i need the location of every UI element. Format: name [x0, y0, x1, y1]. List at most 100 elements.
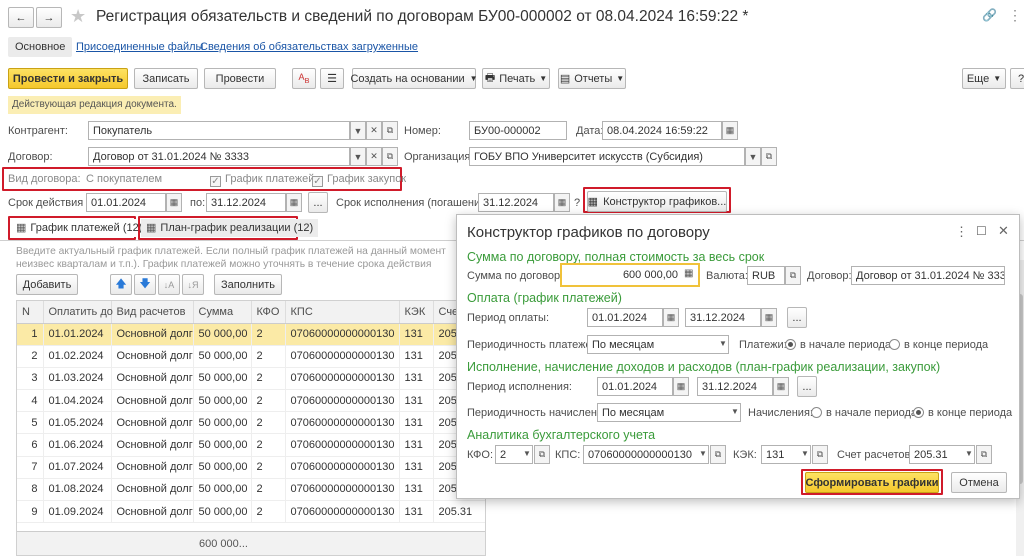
table-cell[interactable]: 131: [399, 433, 434, 457]
table-cell[interactable]: 01.05.2024: [43, 411, 112, 435]
table-cell[interactable]: 2: [17, 345, 44, 368]
table-cell[interactable]: 50 000,00: [193, 478, 252, 502]
period-from-field[interactable]: 01.01.2024: [86, 193, 166, 212]
table-cell[interactable]: 07060000000000130: [285, 323, 400, 346]
table-cell[interactable]: 5: [17, 411, 44, 435]
journal-button[interactable]: ☰: [320, 68, 344, 89]
table-cell[interactable]: 131: [399, 345, 434, 368]
table-cell[interactable]: 3: [17, 367, 44, 391]
check-payments[interactable]: ✓ График платежей: [210, 173, 314, 187]
table-cell[interactable]: 2: [251, 478, 286, 502]
save-button[interactable]: Записать: [134, 68, 198, 89]
table-cell[interactable]: 01.04.2024: [43, 389, 112, 413]
table-row[interactable]: 4 01.04.2024 Основной долг 50 000,00 2 070600…: [17, 389, 485, 413]
table-row[interactable]: 5 01.05.2024 Основной долг 50 000,00 2 070600…: [17, 411, 485, 435]
column-header[interactable]: КФО: [251, 301, 286, 324]
forward-button[interactable]: →: [36, 7, 62, 28]
period-from-picker[interactable]: ▦: [166, 193, 182, 212]
table-cell[interactable]: 131: [399, 456, 434, 479]
table-cell[interactable]: 131: [399, 389, 434, 413]
generate-schedules-button[interactable]: Сформировать графики: [805, 472, 939, 493]
chevron-down-icon[interactable]: ▼: [523, 449, 531, 458]
pay-to-picker[interactable]: ▦: [761, 308, 777, 327]
table-cell[interactable]: 07060000000000130: [285, 433, 400, 457]
sort-asc-button[interactable]: ↓A: [158, 274, 180, 295]
table-cell[interactable]: 9: [17, 500, 44, 524]
table-cell[interactable]: 2: [251, 456, 286, 479]
kps-field[interactable]: 07060000000000130: [583, 445, 709, 464]
post-button[interactable]: Провести: [204, 68, 276, 89]
contractor-open[interactable]: ⧉: [382, 121, 398, 140]
date-field[interactable]: 08.04.2024 16:59:22: [602, 121, 722, 140]
exec-from-picker[interactable]: ▦: [673, 377, 689, 396]
table-row[interactable]: 3 01.03.2024 Основной долг 50 000,00 2 070600…: [17, 367, 485, 391]
column-header[interactable]: Сумма: [193, 301, 252, 324]
table-cell[interactable]: 131: [399, 367, 434, 391]
accr-radio-end[interactable]: в конце периода: [913, 407, 1012, 419]
org-open[interactable]: ⧉: [761, 147, 777, 166]
chevron-down-icon[interactable]: ▼: [965, 449, 973, 458]
contract-open[interactable]: ⧉: [382, 147, 398, 166]
table-row[interactable]: 7 01.07.2024 Основной долг 50 000,00 2 070600…: [17, 456, 485, 479]
table-cell[interactable]: 01.06.2024: [43, 433, 112, 457]
back-button[interactable]: ←: [8, 7, 34, 28]
table-cell[interactable]: 50 000,00: [193, 456, 252, 479]
period-to-field[interactable]: 31.12.2024: [206, 193, 286, 212]
kfo-open[interactable]: ⧉: [534, 445, 550, 464]
check-purchases[interactable]: ✓ График закупок: [312, 173, 406, 187]
pay-to-field[interactable]: 31.12.2024: [685, 308, 761, 327]
table-cell[interactable]: 07060000000000130: [285, 411, 400, 435]
reports-button[interactable]: ▤ Отчеты ▼: [558, 68, 626, 89]
column-header[interactable]: КЭК: [399, 301, 434, 324]
table-cell[interactable]: 01.02.2024: [43, 345, 112, 368]
table-cell[interactable]: 4: [17, 389, 44, 413]
accr-freq-field[interactable]: По месяцам: [597, 403, 741, 422]
kek-open[interactable]: ⧉: [812, 445, 828, 464]
table-cell[interactable]: 1: [17, 323, 44, 346]
chevron-down-icon[interactable]: ▼: [801, 449, 809, 458]
menu-dots-icon[interactable]: ⋮: [1008, 7, 1022, 24]
table-cell[interactable]: 50 000,00: [193, 433, 252, 457]
table-row[interactable]: 2 01.02.2024 Основной долг 50 000,00 2 070600…: [17, 345, 485, 368]
sort-desc-button[interactable]: ↓Я: [182, 274, 204, 295]
contractor-field[interactable]: Покупатель: [88, 121, 350, 140]
exec-to-field[interactable]: 31.12.2024: [697, 377, 773, 396]
org-dropdown[interactable]: ▼: [745, 147, 761, 166]
pay-freq-field[interactable]: По месяцам: [587, 335, 729, 354]
currency-field[interactable]: RUB: [747, 266, 785, 285]
date-picker[interactable]: ▦: [722, 121, 738, 140]
column-header[interactable]: N: [17, 301, 44, 324]
table-cell[interactable]: 07060000000000130: [285, 367, 400, 391]
exec-to-picker[interactable]: ▦: [773, 377, 789, 396]
table-row[interactable]: 1 01.01.2024 Основной долг 50 000,00 2 070600…: [17, 323, 485, 346]
table-cell[interactable]: 50 000,00: [193, 323, 252, 346]
dialog-contract-field[interactable]: Договор от 31.01.2024 № 3333: [851, 266, 1005, 285]
table-cell[interactable]: 07060000000000130: [285, 456, 400, 479]
table-cell[interactable]: Основной долг: [111, 500, 194, 524]
table-cell[interactable]: 2: [251, 433, 286, 457]
move-down-button[interactable]: 🡇: [134, 274, 156, 295]
table-cell[interactable]: 07060000000000130: [285, 478, 400, 502]
pay-period-select-button[interactable]: ...: [787, 307, 807, 328]
contract-dropdown[interactable]: ▼: [350, 147, 366, 166]
column-header[interactable]: Оплатить до: [43, 301, 113, 324]
table-cell[interactable]: 2: [251, 323, 286, 346]
table-cell[interactable]: 07060000000000130: [285, 500, 400, 524]
column-header[interactable]: КПС: [285, 301, 400, 324]
exec-picker[interactable]: ▦: [554, 193, 570, 212]
chevron-down-icon[interactable]: ▼: [719, 339, 727, 348]
tab-realization-schedule[interactable]: ▦ План-график реализации (12): [141, 219, 319, 237]
table-cell[interactable]: Основной долг: [111, 389, 194, 413]
table-cell[interactable]: 01.03.2024: [43, 367, 112, 391]
table-cell[interactable]: Основной долг: [111, 367, 194, 391]
table-cell[interactable]: 01.09.2024: [43, 500, 112, 524]
account-open[interactable]: ⧉: [976, 445, 992, 464]
fill-button[interactable]: Заполнить: [214, 274, 282, 295]
table-cell[interactable]: 50 000,00: [193, 411, 252, 435]
table-cell[interactable]: 01.01.2024: [43, 323, 112, 346]
contract-field[interactable]: Договор от 31.01.2024 № 3333: [88, 147, 350, 166]
table-cell[interactable]: 50 000,00: [193, 345, 252, 368]
period-select-button[interactable]: ...: [308, 192, 328, 213]
table-cell[interactable]: 131: [399, 478, 434, 502]
spellcheck-button[interactable]: AB: [292, 68, 316, 89]
